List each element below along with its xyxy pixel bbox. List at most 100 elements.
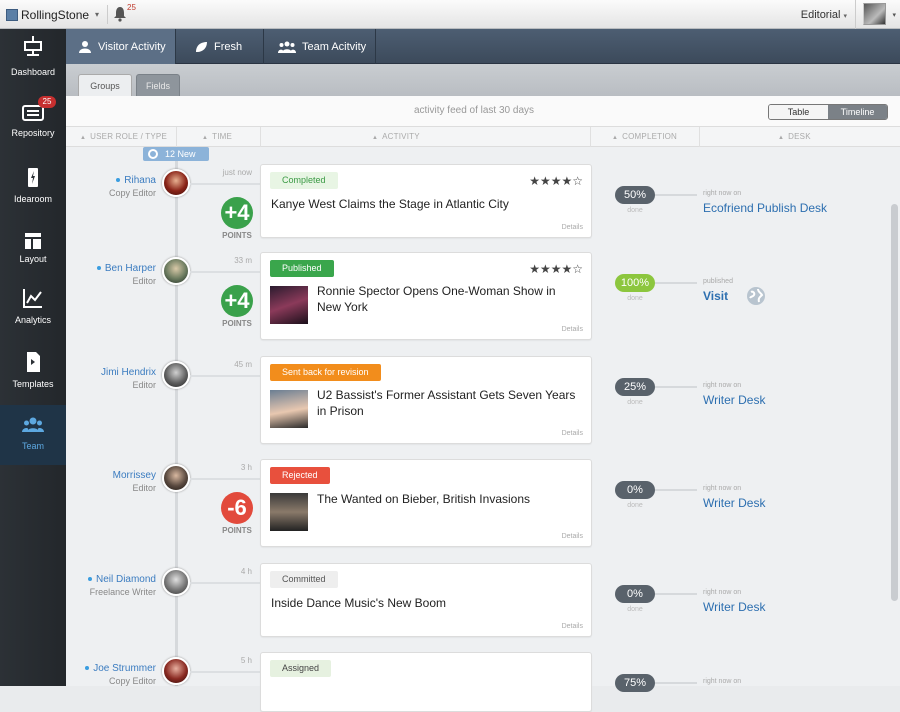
visit-link[interactable]: Visit <box>703 289 728 303</box>
desk-link[interactable]: Writer Desk <box>703 496 765 510</box>
globe-icon[interactable] <box>746 286 766 306</box>
user-name[interactable]: Morrissey <box>113 470 156 481</box>
sidebar: Dashboard 25 Repository Idearoom Layout … <box>0 29 66 686</box>
column-header-completion[interactable]: ▲ COMPLETION <box>612 132 677 141</box>
avatar[interactable] <box>162 657 190 685</box>
completion-label: done <box>627 502 643 509</box>
subtab-fields[interactable]: Fields <box>136 74 180 96</box>
new-items-badge[interactable]: 12 New <box>143 147 209 161</box>
completion-badge: 75% <box>615 674 655 692</box>
article-thumbnail[interactable] <box>270 493 308 531</box>
article-title[interactable]: The Wanted on Bieber, British Invasions <box>317 491 577 507</box>
details-link[interactable]: Details <box>562 623 583 630</box>
user-name[interactable]: Neil Diamond <box>87 574 156 585</box>
rating-stars[interactable]: ★★★★☆ <box>529 262 583 276</box>
connector-line <box>190 671 260 673</box>
desk-note: right now on <box>703 382 742 389</box>
avatar[interactable] <box>162 361 190 389</box>
desk-note: published <box>703 278 733 285</box>
brand-menu[interactable]: RollingStone ▾ <box>6 5 109 24</box>
avatar[interactable] <box>162 464 190 492</box>
article-thumbnail[interactable] <box>270 286 308 324</box>
editorial-menu[interactable]: Editorial ▾ <box>801 9 847 21</box>
connector-line <box>190 271 260 273</box>
activity-card[interactable]: Committed Inside Dance Music's New Boom … <box>260 563 592 637</box>
tab-label: Fresh <box>214 40 243 53</box>
toggle-table[interactable]: Table <box>769 105 828 119</box>
sidebar-item-label: Templates <box>12 379 54 389</box>
details-link[interactable]: Details <box>562 533 583 540</box>
activity-card[interactable]: Completed ★★★★☆ Kanye West Claims the St… <box>260 164 592 238</box>
details-link[interactable]: Details <box>562 224 583 231</box>
toggle-timeline[interactable]: Timeline <box>828 105 887 119</box>
activity-card[interactable]: Sent back for revision U2 Bassist's Form… <box>260 356 592 444</box>
idearoom-icon <box>22 166 44 188</box>
sidebar-item-repository[interactable]: 25 Repository <box>0 89 66 149</box>
sidebar-item-idearoom[interactable]: Idearoom <box>0 154 66 214</box>
desk-link[interactable]: Writer Desk <box>703 600 765 614</box>
avatar[interactable] <box>162 568 190 596</box>
article-title[interactable]: Ronnie Spector Opens One-Woman Show in N… <box>317 283 577 315</box>
details-link[interactable]: Details <box>562 326 583 333</box>
sidebar-item-label: Layout <box>19 254 47 264</box>
scrollbar[interactable] <box>891 204 898 601</box>
sidebar-item-analytics[interactable]: Analytics <box>0 279 66 339</box>
tab-fresh[interactable]: Fresh <box>176 29 264 64</box>
status-badge: Committed <box>270 571 338 588</box>
user-name[interactable]: Jimi Hendrix <box>101 367 156 378</box>
article-thumbnail[interactable] <box>270 390 308 428</box>
layout-icon <box>22 230 44 252</box>
desk-note: right now on <box>703 678 742 685</box>
tab-label: Visitor Activity <box>98 40 166 53</box>
article-title[interactable]: Inside Dance Music's New Boom <box>271 595 571 611</box>
sort-icon: ▲ <box>202 135 209 141</box>
column-header-desk[interactable]: ▲ DESK <box>778 132 811 141</box>
avatar[interactable] <box>162 257 190 285</box>
desk-link[interactable]: Writer Desk <box>703 393 765 407</box>
activity-card[interactable]: Rejected The Wanted on Bieber, British I… <box>260 459 592 547</box>
column-header-time[interactable]: ▲ TIME <box>202 132 232 141</box>
arrow-line <box>655 282 697 284</box>
points-badge: +4 <box>221 285 253 317</box>
status-badge: Assigned <box>270 660 332 677</box>
sidebar-item-templates[interactable]: Templates <box>0 344 66 404</box>
user-name-text: Morrissey <box>112 470 156 481</box>
feed-header: activity feed of last 30 days Table Time… <box>66 96 900 127</box>
chevron-down-icon[interactable]: ▾ <box>892 11 896 19</box>
sort-icon: ▲ <box>778 135 785 141</box>
column-header-label: USER ROLE / TYPE <box>90 132 167 141</box>
brand-logo-icon <box>6 8 18 21</box>
sidebar-item-dashboard[interactable]: Dashboard <box>0 29 66 89</box>
activity-time: 5 h <box>240 656 252 665</box>
arrow-line <box>655 194 697 196</box>
desk-link[interactable]: Ecofriend Publish Desk <box>703 201 827 215</box>
subtab-groups[interactable]: Groups <box>78 74 132 96</box>
brand-name: RollingStone <box>21 7 90 22</box>
user-name-text: Neil Diamond <box>95 574 156 585</box>
sub-tab-bar: Groups Fields <box>66 64 900 96</box>
bell-icon[interactable] <box>113 6 127 22</box>
column-header-role[interactable]: ▲ USER ROLE / TYPE <box>80 132 167 141</box>
activity-card[interactable]: Assigned <box>260 652 592 712</box>
user-avatar[interactable] <box>863 3 886 25</box>
user-name[interactable]: Rihana <box>116 175 156 186</box>
details-link[interactable]: Details <box>562 430 583 437</box>
tab-label: Team Acitvity <box>302 40 367 53</box>
online-indicator <box>96 266 101 271</box>
user-name[interactable]: Ben Harper <box>96 263 156 274</box>
tab-visitor-activity[interactable]: Visitor Activity <box>66 29 176 64</box>
sidebar-item-team[interactable]: Team <box>0 405 66 465</box>
user-name-text: Joe Strummer <box>93 663 156 674</box>
user-name-text: Rihana <box>124 175 156 186</box>
article-title[interactable]: Kanye West Claims the Stage in Atlantic … <box>271 196 571 212</box>
sidebar-item-layout[interactable]: Layout <box>0 219 66 279</box>
rating-stars[interactable]: ★★★★☆ <box>529 174 583 188</box>
column-header-activity[interactable]: ▲ ACTIVITY <box>372 132 420 141</box>
user-icon <box>78 40 92 53</box>
sidebar-item-label: Analytics <box>14 315 51 325</box>
user-name[interactable]: Joe Strummer <box>85 663 156 674</box>
activity-card[interactable]: Published ★★★★☆ Ronnie Spector Opens One… <box>260 252 592 340</box>
avatar[interactable] <box>162 169 190 197</box>
tab-team-activity[interactable]: Team Acitvity <box>264 29 376 64</box>
article-title[interactable]: U2 Bassist's Former Assistant Gets Seven… <box>317 387 577 419</box>
